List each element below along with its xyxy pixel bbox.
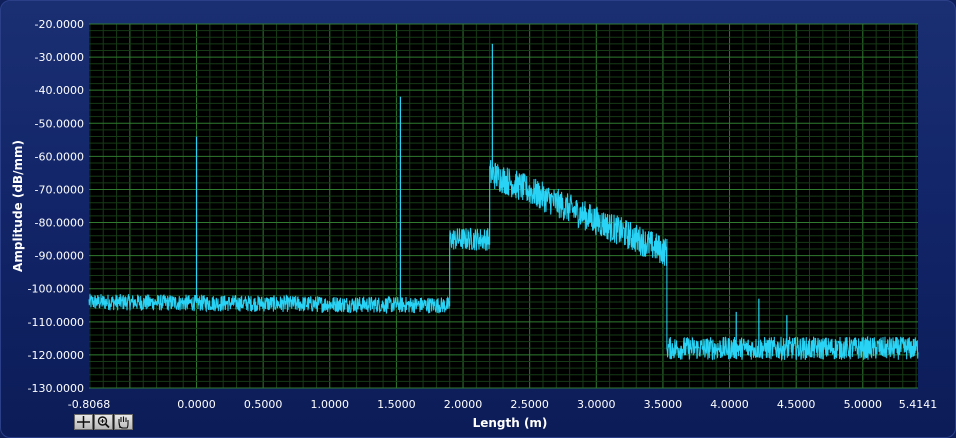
x-tick-label: 1.5000 xyxy=(377,398,416,411)
x-axis-title: Length (m) xyxy=(473,416,548,430)
y-tick-label: -100.0000 xyxy=(28,283,84,296)
x-tick-label: 1.0000 xyxy=(311,398,350,411)
x-tick-label: -0.8068 xyxy=(68,398,110,411)
x-tick-label: 2.0000 xyxy=(444,398,483,411)
x-tick-label: 4.5000 xyxy=(777,398,816,411)
y-tick-label: -110.0000 xyxy=(28,316,84,329)
y-tick-label: -130.0000 xyxy=(28,382,84,395)
x-tick-label: 0.0000 xyxy=(177,398,216,411)
y-axis-title: Amplitude (dB/mm) xyxy=(11,140,25,272)
y-tick-label: -80.0000 xyxy=(35,217,84,230)
y-tick-labels: -20.0000 -30.0000 -40.0000 -50.0000 -60.0000… xyxy=(28,18,84,395)
x-tick-labels: -0.8068 0.0000 0.5000 1.0000 1.5000 2.0000 2.5… xyxy=(68,398,937,411)
x-tick-label: 5.0000 xyxy=(844,398,883,411)
graph-palette xyxy=(74,414,133,430)
amplitude-chart: -0.8068 0.0000 0.5000 1.0000 1.5000 2.0000 2.5… xyxy=(11,18,937,430)
hand-pan-icon[interactable] xyxy=(114,414,133,430)
crosshair-icon[interactable] xyxy=(74,414,93,430)
y-tick-label: -120.0000 xyxy=(28,349,84,362)
y-tick-label: -50.0000 xyxy=(35,117,84,130)
x-tick-label: 0.5000 xyxy=(244,398,283,411)
x-tick-label: 5.4141 xyxy=(899,398,938,411)
x-tick-label: 3.5000 xyxy=(644,398,683,411)
x-tick-label: 2.5000 xyxy=(510,398,549,411)
y-tick-label: -30.0000 xyxy=(35,51,84,64)
zoom-icon[interactable] xyxy=(94,414,113,430)
y-tick-label: -90.0000 xyxy=(35,250,84,263)
y-tick-label: -70.0000 xyxy=(35,183,84,196)
x-tick-label: 4.0000 xyxy=(710,398,749,411)
y-tick-label: -60.0000 xyxy=(35,150,84,163)
y-tick-label: -20.0000 xyxy=(35,18,84,31)
x-tick-label: 3.0000 xyxy=(577,398,616,411)
y-tick-label: -40.0000 xyxy=(35,84,84,97)
